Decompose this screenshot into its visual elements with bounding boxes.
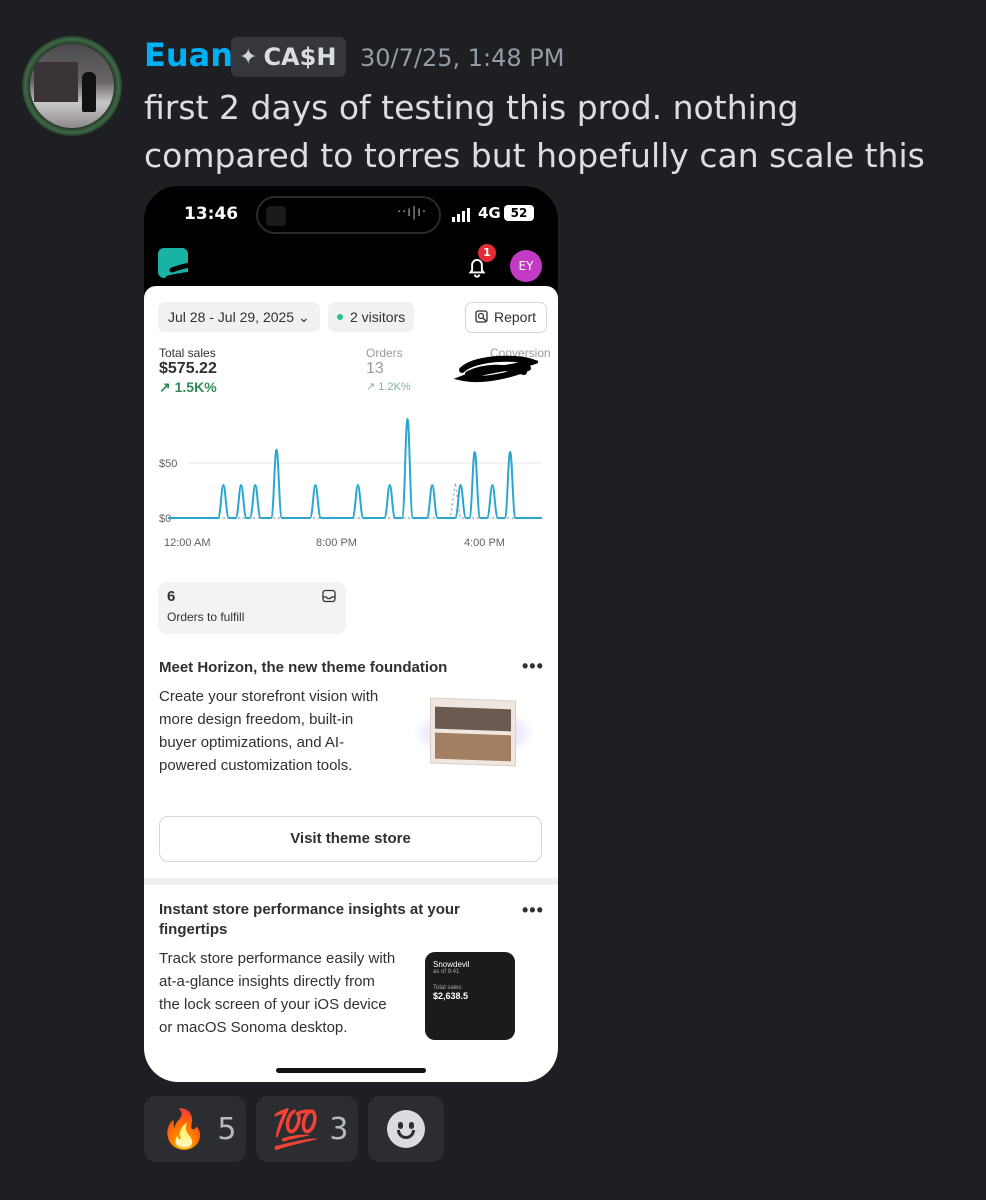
lockscreen-widget-preview: Snowdevil as of 9:41 Total sales $2,638.… bbox=[425, 952, 515, 1040]
live-dot-icon bbox=[337, 314, 343, 320]
dashboard-panel: Jul 28 - Jul 29, 2025 ⌄ 2 visitors Repor… bbox=[144, 286, 558, 1082]
sales-data-point bbox=[222, 484, 225, 486]
dynamic-island: ··ı|ı· bbox=[256, 196, 441, 234]
diamond-sparkle-icon: ✦ bbox=[239, 44, 258, 70]
sales-data-point bbox=[509, 451, 511, 453]
y-tick-label: $50 bbox=[159, 458, 177, 470]
preview-store-name: Snowdevil bbox=[433, 960, 470, 969]
sales-data-point bbox=[314, 484, 317, 486]
insights-card-title: Instant store performance insights at yo… bbox=[159, 901, 460, 938]
sales-data-point bbox=[357, 484, 359, 486]
sales-line-chart: $50$012:00 AM 8:00 PM 4:00 PM bbox=[159, 418, 542, 549]
sales-data-point bbox=[491, 484, 494, 486]
image-attachment[interactable]: 13:46 ··ı|ı· 4G 52 1 EY Jul 28 - Jul 29,… bbox=[144, 186, 558, 1082]
audio-wave-icon: ··ı|ı· bbox=[396, 205, 427, 220]
metric-orders-change: ↗ 1.2K% bbox=[366, 381, 411, 393]
user-avatar[interactable] bbox=[22, 36, 122, 136]
avatar-photo bbox=[30, 44, 114, 128]
fulfill-count: 6 bbox=[167, 588, 176, 605]
report-button[interactable]: Report bbox=[465, 302, 548, 333]
live-visitors-button[interactable]: 2 visitors bbox=[328, 302, 415, 332]
insights-more-button[interactable]: ••• bbox=[522, 900, 544, 921]
account-avatar[interactable]: EY bbox=[510, 250, 542, 282]
inbox-icon bbox=[322, 589, 336, 603]
sales-data-point bbox=[240, 484, 242, 486]
metric-total-sales-label: Total sales bbox=[159, 346, 216, 360]
visit-theme-store-button[interactable]: Visit theme store bbox=[159, 816, 542, 862]
message-timestamp: 30/7/25, 1:48 PM bbox=[360, 44, 565, 72]
home-indicator bbox=[276, 1068, 426, 1073]
date-range-selector[interactable]: Jul 28 - Jul 29, 2025 ⌄ bbox=[158, 302, 320, 332]
network-type: 4G bbox=[478, 204, 501, 222]
metric-orders-label: Orders bbox=[366, 346, 403, 360]
sales-data-point bbox=[254, 484, 257, 486]
hundred-emoji-icon: 💯 bbox=[272, 1106, 320, 1151]
preview-as-of: as of 9:41 bbox=[433, 969, 460, 975]
sales-data-point bbox=[388, 484, 391, 486]
sales-data-point bbox=[459, 484, 462, 486]
username[interactable]: Euan bbox=[144, 36, 233, 74]
reaction-fire[interactable]: 🔥 5 bbox=[144, 1096, 246, 1162]
horizon-card-title: Meet Horizon, the new theme foundation bbox=[159, 659, 448, 676]
report-label: Report bbox=[494, 309, 537, 325]
notification-badge: 1 bbox=[478, 244, 496, 262]
section-divider bbox=[144, 878, 558, 885]
add-reaction-button[interactable] bbox=[368, 1096, 444, 1162]
status-time: 13:46 bbox=[184, 204, 239, 224]
signal-icon bbox=[452, 208, 470, 222]
sales-data-point bbox=[275, 449, 278, 451]
preview-value: $2,638.5 bbox=[433, 991, 469, 1001]
role-badge-label: CA$H bbox=[263, 43, 337, 71]
reaction-count: 3 bbox=[329, 1111, 349, 1147]
battery-icon: 52 bbox=[504, 205, 534, 221]
sales-data-point bbox=[473, 451, 476, 453]
x-tick-label: 12:00 AM bbox=[164, 537, 210, 549]
redaction-scribble bbox=[454, 355, 538, 383]
reaction-count: 5 bbox=[217, 1111, 237, 1147]
visitors-label: 2 visitors bbox=[350, 309, 406, 325]
insights-card-body: Track store performance easily with at-a… bbox=[159, 950, 396, 1036]
metric-total-sales-change: ↗ 1.5K% bbox=[159, 379, 217, 395]
metric-total-sales-value: $575.22 bbox=[159, 360, 217, 377]
message-text: first 2 days of testing this prod. nothi… bbox=[144, 88, 925, 175]
horizon-card-body: Create your storefront vision with more … bbox=[159, 688, 379, 774]
fire-emoji-icon: 🔥 bbox=[160, 1106, 208, 1151]
theme-preview-image bbox=[430, 697, 516, 767]
smiley-icon bbox=[387, 1110, 425, 1148]
orders-to-fulfill-card[interactable]: 6 Orders to fulfill bbox=[158, 582, 346, 634]
horizon-more-button[interactable]: ••• bbox=[522, 656, 544, 677]
reaction-hundred[interactable]: 💯 3 bbox=[256, 1096, 358, 1162]
x-tick-label: 8:00 PM bbox=[316, 537, 357, 549]
metric-orders-value: 13 bbox=[366, 360, 384, 377]
x-tick-label: 4:00 PM bbox=[464, 537, 505, 549]
report-icon bbox=[475, 310, 488, 323]
fulfill-label: Orders to fulfill bbox=[167, 610, 245, 624]
role-badge[interactable]: ✦ CA$H bbox=[231, 37, 347, 77]
sales-data-point bbox=[431, 484, 434, 486]
sales-data-point bbox=[406, 418, 409, 420]
sales-series-line bbox=[168, 418, 542, 519]
